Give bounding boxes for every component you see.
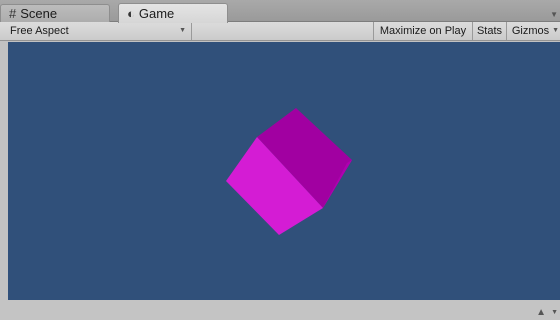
gizmos-button[interactable]: Gizmos ▼ xyxy=(506,22,560,40)
status-bar: ▲ ▼ xyxy=(0,300,560,320)
stats-label: Stats xyxy=(476,25,503,37)
tab-game-label: Game xyxy=(138,5,175,21)
tab-scene[interactable]: # Scene xyxy=(0,4,110,22)
tab-menu-icon[interactable]: ▼ xyxy=(550,10,558,19)
stats-button[interactable]: Stats xyxy=(472,22,506,40)
gizmos-label: Gizmos xyxy=(511,25,550,37)
lock-icon[interactable]: ▲ xyxy=(536,307,546,318)
pacman-icon: ◐ xyxy=(127,5,135,21)
cube-render xyxy=(226,108,352,235)
game-viewport[interactable] xyxy=(8,42,560,300)
game-toolbar: Free Aspect ▼ Maximize on Play Stats Giz… xyxy=(0,22,560,41)
panel-menu-icon[interactable]: ▼ xyxy=(551,309,558,316)
tab-bar: # Scene ◐ Game ▼ xyxy=(0,0,560,23)
grid-icon: # xyxy=(9,5,17,21)
maximize-on-play-button[interactable]: Maximize on Play xyxy=(373,22,472,40)
tab-game[interactable]: ◐ Game xyxy=(118,3,228,23)
aspect-dropdown[interactable]: Free Aspect ▼ xyxy=(0,22,192,40)
maximize-on-play-label: Maximize on Play xyxy=(379,25,467,37)
dropdown-arrow-icon: ▼ xyxy=(179,27,186,34)
aspect-dropdown-label: Free Aspect xyxy=(10,25,69,37)
tab-scene-label: Scene xyxy=(20,5,58,21)
gizmos-dropdown-icon[interactable]: ▼ xyxy=(552,22,559,40)
